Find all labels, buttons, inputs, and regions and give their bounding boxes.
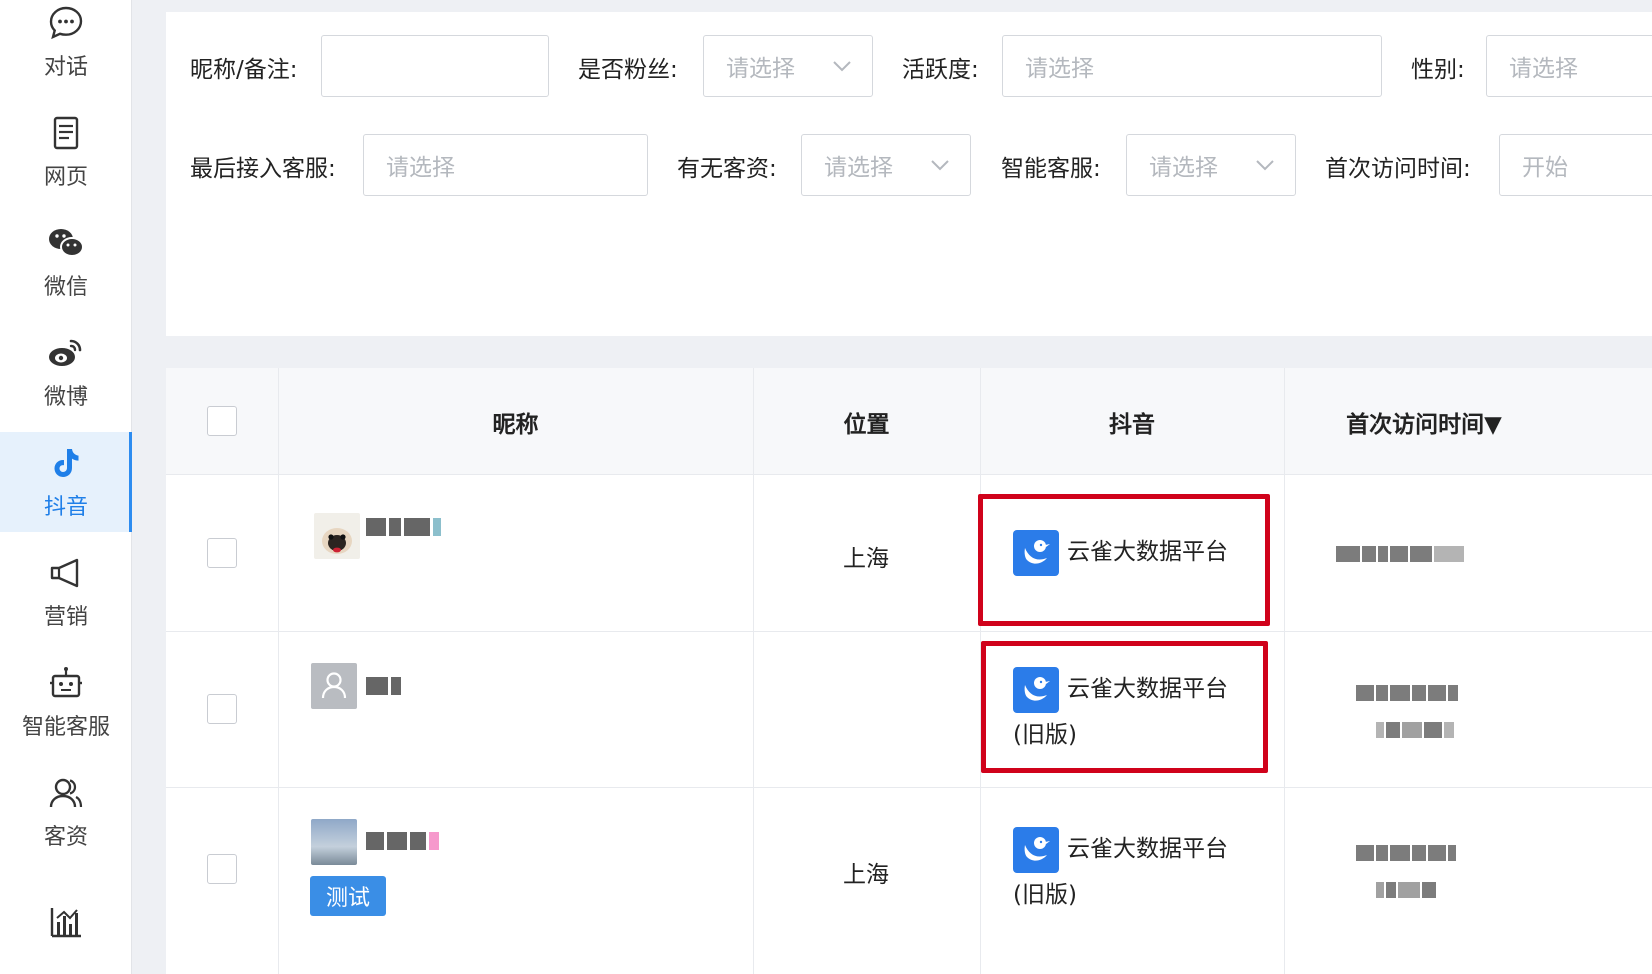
- blurred-first-visit-time: [1376, 720, 1454, 740]
- megaphone-icon: [46, 553, 86, 593]
- nickname-input[interactable]: [321, 35, 549, 97]
- smart-service-placeholder: 请选择: [1149, 155, 1218, 181]
- header-location[interactable]: 位置: [753, 368, 980, 475]
- wechat-icon: [46, 223, 86, 263]
- sidebar-item-marketing[interactable]: 营销: [0, 542, 132, 642]
- chat-icon: [46, 3, 86, 43]
- default-avatar-icon: [311, 663, 357, 709]
- sidebar-item-douyin[interactable]: 抖音: [0, 432, 132, 532]
- blurred-first-visit-time: [1376, 880, 1436, 900]
- last-agent-placeholder: 请选择: [386, 155, 455, 181]
- gender-placeholder: 请选择: [1509, 56, 1578, 82]
- platform-cell: 云雀大数据平台 (旧版): [1013, 667, 1228, 748]
- has-lead-select[interactable]: 请选择: [801, 134, 971, 196]
- platform-name: 云雀大数据平台: [1067, 539, 1228, 565]
- sidebar-item-stats[interactable]: [0, 872, 132, 972]
- blurred-first-visit: [1336, 544, 1464, 564]
- platform-version: (旧版): [1013, 882, 1077, 908]
- yunque-bird-icon: [1013, 530, 1059, 576]
- sidebar-item-label: 微博: [43, 385, 88, 410]
- first-visit-label: 首次访问时间:: [1325, 156, 1471, 182]
- webpage-icon: [46, 113, 86, 153]
- platform-cell: 云雀大数据平台 (旧版): [1013, 827, 1228, 908]
- row-checkbox[interactable]: [207, 694, 237, 724]
- location-text: 上海: [843, 862, 889, 888]
- is-fan-placeholder: 请选择: [726, 56, 795, 82]
- customer-table: 昵称 位置 抖音 首次访问时间▼ 上海 云雀大数据平台 云雀大数据平台 (旧版)…: [166, 368, 1652, 974]
- select-all-checkbox[interactable]: [207, 406, 237, 436]
- yunque-bird-icon: [1013, 827, 1059, 873]
- filter-panel: 昵称/备注: 是否粉丝: 请选择 活跃度: 请选择 性别: 请选择 最后接入客服…: [166, 12, 1652, 336]
- has-lead-placeholder: 请选择: [824, 155, 893, 181]
- blurred-first-visit: [1356, 683, 1458, 703]
- row-divider: [166, 631, 1652, 632]
- avatar: [311, 819, 357, 865]
- nickname-label: 昵称/备注:: [190, 57, 298, 83]
- smart-service-select[interactable]: 请选择: [1126, 134, 1296, 196]
- sidebar-item-label: 网页: [43, 165, 88, 190]
- row-divider: [166, 787, 1652, 788]
- sidebar-item-smart-service[interactable]: 智能客服: [0, 652, 132, 752]
- sidebar-item-label: 营销: [43, 605, 88, 630]
- last-agent-select[interactable]: 请选择: [363, 134, 648, 196]
- sidebar: 对话 网页 微信 微博 抖音 营销 智能客服 客资: [0, 0, 132, 974]
- platform-name: 云雀大数据平台: [1067, 676, 1228, 702]
- douyin-icon: [46, 443, 86, 483]
- bar-chart-icon: [46, 902, 86, 942]
- chevron-down-icon: [1255, 155, 1275, 181]
- is-fan-label: 是否粉丝:: [578, 57, 678, 83]
- blurred-nickname: [366, 830, 439, 852]
- location-text: 上海: [843, 546, 889, 572]
- weibo-icon: [46, 333, 86, 373]
- blurred-nickname: [366, 675, 401, 697]
- customers-icon: [46, 773, 86, 813]
- blurred-nickname: [366, 516, 441, 538]
- chevron-down-icon: [930, 155, 950, 181]
- blurred-first-visit: [1356, 843, 1456, 863]
- sidebar-item-label: 客资: [43, 825, 88, 850]
- chevron-down-icon: [832, 56, 852, 82]
- activity-label: 活跃度:: [902, 57, 979, 83]
- sidebar-item-customers[interactable]: 客资: [0, 762, 132, 862]
- is-fan-select[interactable]: 请选择: [703, 35, 873, 97]
- sidebar-item-webpage[interactable]: 网页: [0, 102, 132, 202]
- has-lead-label: 有无客资:: [677, 156, 777, 182]
- first-visit-placeholder: 开始: [1522, 155, 1568, 181]
- platform-version: (旧版): [1013, 722, 1077, 748]
- sidebar-item-label: 智能客服: [21, 715, 110, 740]
- sidebar-item-label: 微信: [43, 275, 88, 300]
- avatar: [314, 513, 360, 559]
- last-agent-label: 最后接入客服:: [190, 156, 336, 182]
- sidebar-item-label: 对话: [43, 55, 88, 80]
- gender-label: 性别:: [1411, 57, 1465, 83]
- gender-select[interactable]: 请选择: [1486, 35, 1652, 97]
- header-douyin[interactable]: 抖音: [980, 368, 1284, 475]
- sidebar-item-chat[interactable]: 对话: [0, 0, 132, 92]
- robot-icon: [46, 663, 86, 703]
- row-checkbox[interactable]: [207, 854, 237, 884]
- first-visit-start-input[interactable]: 开始: [1499, 134, 1652, 196]
- activity-select[interactable]: 请选择: [1002, 35, 1382, 97]
- sidebar-item-label: 抖音: [43, 495, 88, 520]
- sidebar-item-weibo[interactable]: 微博: [0, 322, 132, 422]
- row-checkbox[interactable]: [207, 538, 237, 568]
- yunque-bird-icon: [1013, 667, 1059, 713]
- header-first-visit-sort[interactable]: 首次访问时间▼: [1284, 368, 1564, 475]
- sidebar-item-wechat[interactable]: 微信: [0, 212, 132, 312]
- test-tag: 测试: [310, 876, 386, 916]
- smart-service-label: 智能客服:: [1001, 156, 1101, 182]
- platform-name: 云雀大数据平台: [1067, 836, 1228, 862]
- activity-placeholder: 请选择: [1025, 56, 1094, 82]
- header-nickname[interactable]: 昵称: [278, 368, 753, 475]
- platform-cell: 云雀大数据平台: [1013, 530, 1228, 576]
